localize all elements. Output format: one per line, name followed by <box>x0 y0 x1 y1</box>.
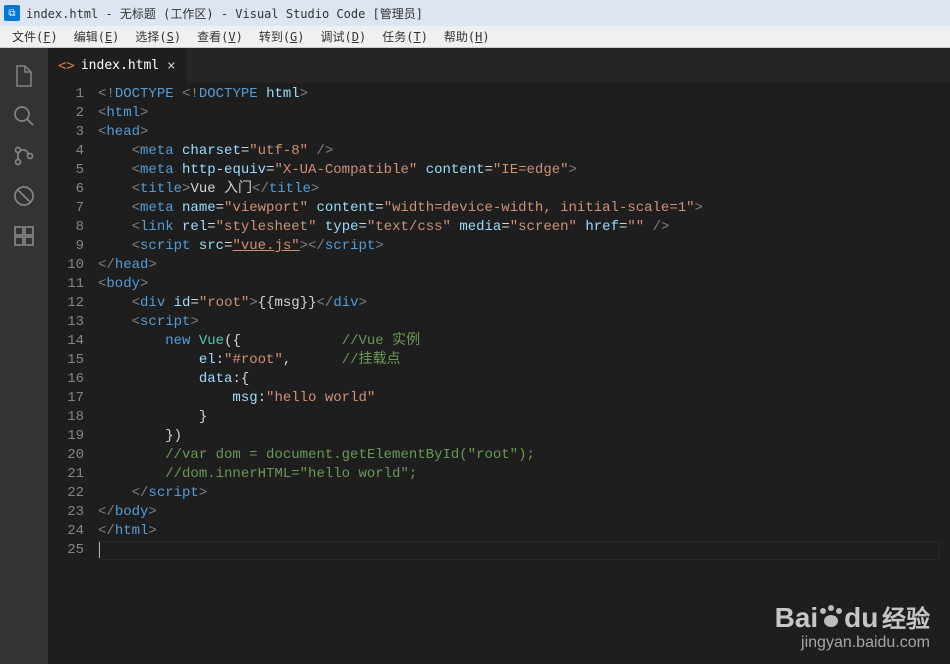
extensions-icon[interactable] <box>0 216 48 256</box>
debug-icon[interactable] <box>0 176 48 216</box>
titlebar: ⧉ index.html - 无标题 (工作区) - Visual Studio… <box>0 0 950 26</box>
menu-edit[interactable]: 编辑(E) <box>66 26 128 47</box>
menu-select[interactable]: 选择(S) <box>127 26 189 47</box>
menu-view[interactable]: 查看(V) <box>189 26 251 47</box>
workspace: <> index.html × 123456789101112131415161… <box>0 48 950 664</box>
window-title: index.html - 无标题 (工作区) - Visual Studio C… <box>26 5 423 22</box>
menu-debug[interactable]: 调试(D) <box>313 26 375 47</box>
search-icon[interactable] <box>0 96 48 136</box>
activity-bar <box>0 48 48 664</box>
tab-index-html[interactable]: <> index.html × <box>48 48 187 83</box>
tab-bar: <> index.html × <box>48 48 950 83</box>
menu-tasks[interactable]: 任务(T) <box>374 26 436 47</box>
close-icon[interactable]: × <box>167 58 175 74</box>
menu-help[interactable]: 帮助(H) <box>436 26 498 47</box>
menu-file[interactable]: 文件(F) <box>4 26 66 47</box>
tab-filename: index.html <box>81 58 159 73</box>
editor-area: <> index.html × 123456789101112131415161… <box>48 48 950 664</box>
menu-go[interactable]: 转到(G) <box>251 26 313 47</box>
line-numbers: 1234567891011121314151617181920212223242… <box>48 83 98 664</box>
menubar: 文件(F) 编辑(E) 选择(S) 查看(V) 转到(G) 调试(D) 任务(T… <box>0 26 950 48</box>
code-content[interactable]: <!DOCTYPE <!DOCTYPE html><html><head> <m… <box>98 83 950 664</box>
html-file-icon: <> <box>58 58 75 74</box>
vscode-icon: ⧉ <box>4 5 20 21</box>
code-editor[interactable]: 1234567891011121314151617181920212223242… <box>48 83 950 664</box>
explorer-icon[interactable] <box>0 56 48 96</box>
source-control-icon[interactable] <box>0 136 48 176</box>
